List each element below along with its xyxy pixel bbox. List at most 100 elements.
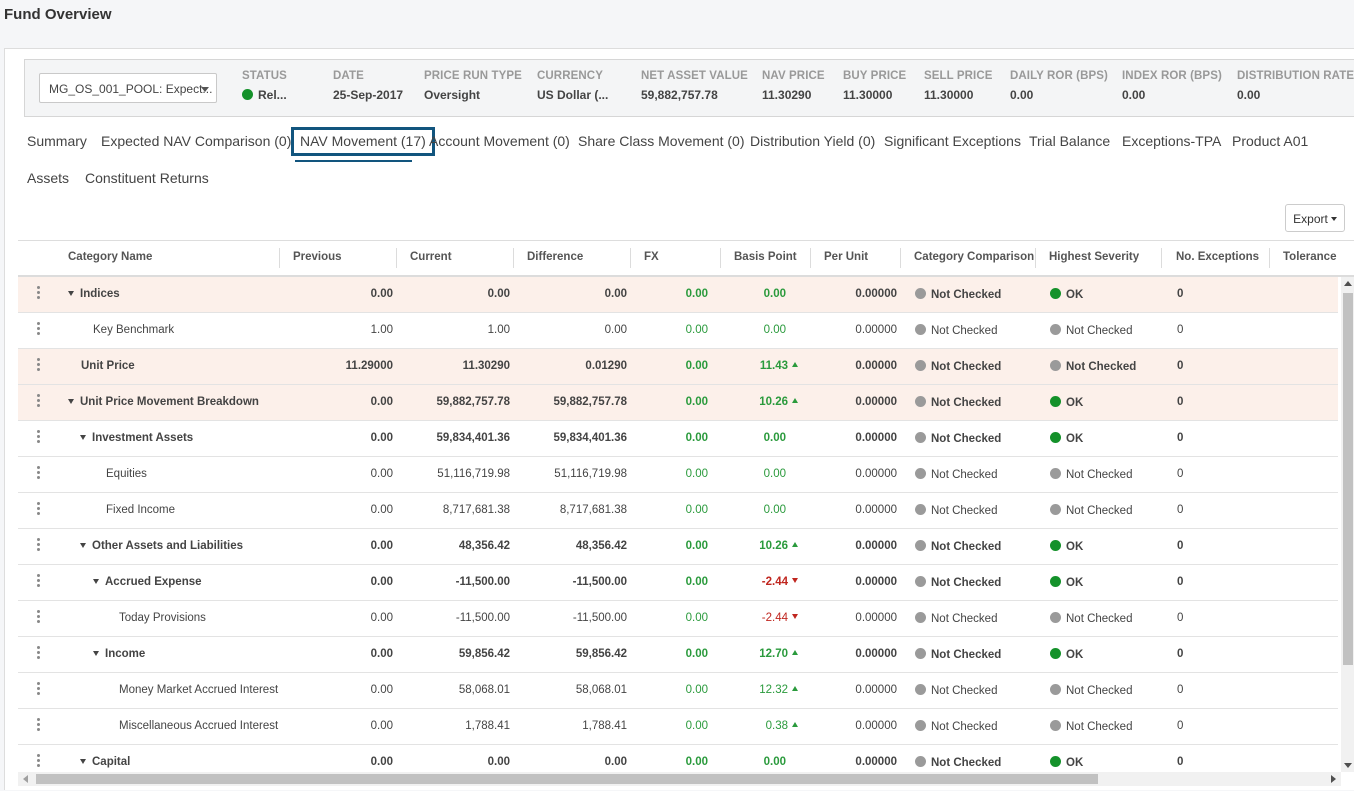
tab-constituent-returns[interactable]: Constituent Returns [85,170,209,186]
column-separator[interactable] [279,248,280,268]
drag-handle-icon[interactable] [37,286,40,300]
expand-toggle-icon[interactable] [93,651,99,656]
category-name: Money Market Accrued Interest [119,684,279,696]
column-separator[interactable] [1035,248,1036,268]
column-header-previous[interactable]: Previous [293,251,342,263]
column-separator[interactable] [1161,248,1162,268]
expand-toggle-icon[interactable] [68,291,74,296]
column-header-no-exceptions[interactable]: No. Exceptions [1176,251,1259,263]
tab-trial-balance[interactable]: Trial Balance [1029,133,1110,149]
tab-nav-movement[interactable]: NAV Movement (17) [291,127,435,156]
table-row[interactable]: Accrued Expense 0.00 -11,500.00 -11,500.00 0… [18,565,1338,601]
arrow-up-icon [792,542,798,547]
drag-handle-icon[interactable] [37,718,40,732]
status-dot-icon [1050,612,1061,623]
column-separator[interactable] [900,248,901,268]
status-dot-icon [915,576,926,587]
expand-toggle-icon[interactable] [80,435,86,440]
table-row[interactable]: Key Benchmark 1.00 1.00 0.00 0.00 0.00 0.00000… [18,313,1338,349]
drag-handle-icon[interactable] [37,538,40,552]
comparison-status: Not Checked [931,721,998,733]
column-header-fx[interactable]: FX [644,251,659,263]
column-header-difference[interactable]: Difference [527,251,583,263]
difference-cell: 1,788.41 [582,720,627,732]
drag-handle-icon[interactable] [37,394,40,408]
table-row[interactable]: Miscellaneous Accrued Interest 0.00 1,788.… [18,709,1338,745]
column-header-category-name[interactable]: Category Name [68,251,152,263]
tab-product-a01[interactable]: Product A01 [1232,133,1308,149]
fund-select-dropdown[interactable]: MG_OS_001_POOL: Expect... [39,73,217,103]
expand-toggle-icon[interactable] [80,543,86,548]
fx-cell: 0.00 [685,468,708,480]
column-header-basis-point[interactable]: Basis Point [734,251,797,263]
tab-summary[interactable]: Summary [27,133,87,149]
column-separator[interactable] [513,248,514,268]
table-row[interactable]: Investment Assets 0.00 59,834,401.36 59,834… [18,421,1338,457]
severity-status: OK [1066,433,1084,445]
export-button[interactable]: Export [1285,204,1345,232]
comparison-status: Not Checked [931,361,1002,373]
table-row[interactable]: Indices 0.00 0.00 0.00 0.00 0.00 0.00000 Not Ch… [18,277,1338,313]
column-header-per-unit[interactable]: Per Unit [824,251,868,263]
drag-handle-icon[interactable] [37,646,40,660]
tab-account-movement[interactable]: Account Movement (0) [429,133,570,149]
horizontal-scroll-thumb[interactable] [36,774,1098,784]
scroll-down-icon[interactable] [1344,763,1352,768]
fx-cell: 0.00 [685,288,708,300]
column-separator[interactable] [1269,248,1270,268]
column-header-current[interactable]: Current [410,251,452,263]
drag-handle-icon[interactable] [37,466,40,480]
drag-handle-icon[interactable] [37,358,40,372]
fund-select-value: MG_OS_001_POOL: Expect... [49,82,213,96]
vertical-scroll-thumb[interactable] [1343,293,1353,665]
column-separator[interactable] [810,248,811,268]
table-row[interactable]: Money Market Accrued Interest 0.00 58,068.… [18,673,1338,709]
table-row[interactable]: Equities 0.00 51,116,719.98 51,116,719.98 0.… [18,457,1338,493]
drag-handle-icon[interactable] [37,574,40,588]
expand-toggle-icon[interactable] [68,399,74,404]
tab-exceptions-tpa[interactable]: Exceptions-TPA [1122,133,1221,149]
status-dot-icon [915,432,926,443]
column-separator[interactable] [396,248,397,268]
drag-handle-icon[interactable] [37,322,40,336]
tab-distribution-yield[interactable]: Distribution Yield (0) [750,133,875,149]
scroll-left-icon[interactable] [23,775,28,783]
tab-expected-nav-comparison[interactable]: Expected NAV Comparison (0) [101,133,291,149]
previous-cell: 0.00 [370,468,393,480]
tab-share-class-movement[interactable]: Share Class Movement (0) [578,133,745,149]
table-row[interactable]: Fixed Income 0.00 8,717,681.38 8,717,681.38… [18,493,1338,529]
column-separator[interactable] [720,248,721,268]
column-separator[interactable] [630,248,631,268]
metric-value-text: 0.00 [1010,88,1034,102]
drag-handle-icon[interactable] [37,502,40,516]
column-header-highest-severity[interactable]: Highest Severity [1049,251,1139,263]
table-row[interactable]: Other Assets and Liabilities 0.00 48,356.4… [18,529,1338,565]
column-header-tolerance[interactable]: Tolerance [1283,251,1336,263]
current-cell: 1,788.41 [465,720,510,732]
drag-handle-icon[interactable] [37,430,40,444]
comparison-status: Not Checked [931,433,1002,445]
category-comparison-cell: Not Checked [915,504,997,517]
horizontal-scrollbar[interactable] [18,772,1341,786]
column-header-category-comparison[interactable]: Category Comparison [914,251,1034,263]
scroll-up-icon[interactable] [1344,281,1352,286]
drag-handle-icon[interactable] [37,610,40,624]
expand-toggle-icon[interactable] [93,579,99,584]
tab-significant-exceptions[interactable]: Significant Exceptions [884,133,1021,149]
basis-point-value: 12.70 [759,648,788,660]
drag-handle-icon[interactable] [37,682,40,696]
scroll-right-icon[interactable] [1331,775,1336,783]
comparison-status: Not Checked [931,577,1002,589]
table-row[interactable]: Unit Price Movement Breakdown 0.00 59,882,… [18,385,1338,421]
vertical-scrollbar[interactable] [1341,277,1354,772]
exceptions-count-cell: 0 [1177,612,1184,624]
table-row[interactable]: Income 0.00 59,856.42 59,856.42 0.00 12.70 0.0… [18,637,1338,673]
tab-assets[interactable]: Assets [27,170,69,186]
table-row[interactable]: Today Provisions 0.00 -11,500.00 -11,500.00… [18,601,1338,637]
metric-label: DAILY ROR (BPS) [1010,70,1108,82]
highest-severity-cell: OK [1050,540,1083,553]
drag-handle-icon[interactable] [37,754,40,768]
expand-toggle-icon[interactable] [80,759,86,764]
fx-cell: 0.00 [685,612,708,624]
table-row[interactable]: Unit Price 11.29000 11.30290 0.01290 0.00 11.… [18,349,1338,385]
